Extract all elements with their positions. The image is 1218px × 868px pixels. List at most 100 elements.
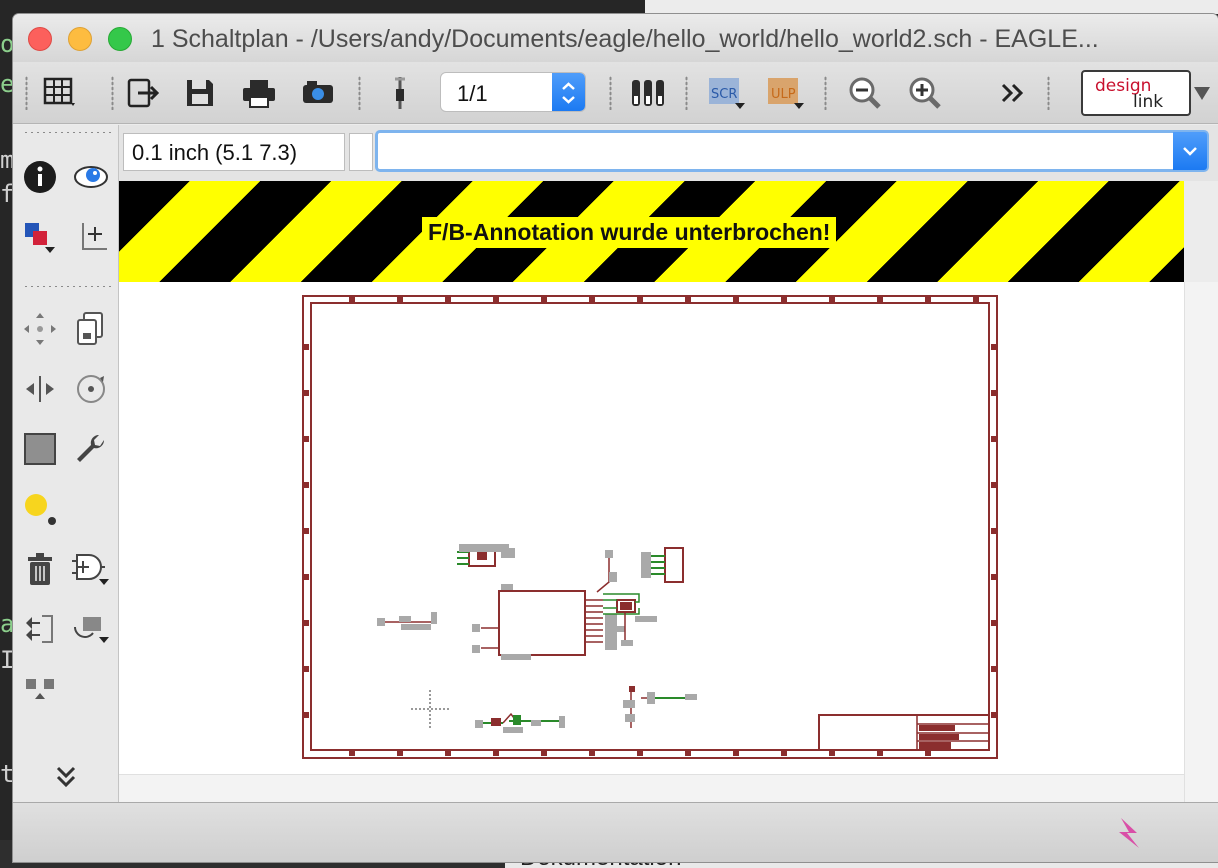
smash-dot-icon bbox=[25, 494, 56, 525]
trash-icon bbox=[28, 553, 52, 585]
warning-banner-text: F/B-Annotation wurde unterbrochen! bbox=[422, 217, 837, 248]
show-tool[interactable] bbox=[71, 157, 111, 197]
palette-separator bbox=[23, 285, 113, 288]
zoom-out-icon bbox=[849, 77, 881, 109]
toolbar-separator bbox=[824, 76, 827, 110]
toolbar-separator bbox=[111, 76, 114, 110]
schematic-canvas[interactable] bbox=[119, 282, 1184, 774]
split-tool[interactable] bbox=[20, 669, 60, 709]
eye-icon bbox=[74, 166, 108, 188]
minimize-button[interactable] bbox=[68, 27, 92, 51]
gateswap-tool[interactable] bbox=[71, 609, 111, 649]
command-input[interactable] bbox=[378, 133, 1168, 169]
info-tool[interactable] bbox=[20, 157, 60, 197]
replace-tool[interactable] bbox=[20, 609, 60, 649]
move-tool[interactable] bbox=[20, 309, 60, 349]
toolbar-separator bbox=[1047, 76, 1050, 110]
mirror-tool[interactable] bbox=[20, 369, 60, 409]
close-button[interactable] bbox=[28, 27, 52, 51]
microcontroller-symbol bbox=[472, 584, 617, 660]
page-select-arrows[interactable] bbox=[552, 73, 585, 111]
coordinate-text: 0.1 inch (5.1 7.3) bbox=[132, 140, 298, 165]
cam-processor-icon bbox=[303, 81, 333, 103]
group-tool[interactable] bbox=[20, 429, 60, 469]
script-icon: SCR bbox=[709, 78, 745, 109]
mark-tool[interactable] bbox=[71, 217, 111, 257]
rotate-tool[interactable] bbox=[71, 369, 111, 409]
toolbar-grip[interactable] bbox=[25, 76, 28, 110]
command-history-dropdown[interactable] bbox=[1173, 132, 1207, 170]
double-chevron-right-icon bbox=[1001, 83, 1024, 103]
title-block bbox=[818, 714, 990, 751]
eagle-window: 1 Schaltplan - /Users/andy/Documents/eag… bbox=[13, 14, 1218, 862]
print-button[interactable] bbox=[239, 74, 279, 112]
add-tool[interactable] bbox=[71, 549, 111, 589]
header-part-left bbox=[457, 544, 515, 567]
mark-crosshair-icon bbox=[82, 223, 107, 250]
script-button[interactable]: SCR bbox=[707, 74, 747, 112]
background-window-strip bbox=[645, 0, 1218, 14]
page-select[interactable]: 1/1 bbox=[440, 72, 586, 112]
zoom-in-button[interactable] bbox=[905, 74, 945, 112]
design-link-logo-text: link bbox=[1133, 92, 1164, 112]
add-gate-icon bbox=[72, 554, 109, 585]
triangle-down-icon bbox=[1194, 87, 1210, 100]
toolbar-separator bbox=[358, 76, 361, 110]
led-part-bottom bbox=[475, 712, 565, 733]
drawing-frame bbox=[302, 295, 998, 759]
design-link-dropdown[interactable] bbox=[1189, 74, 1215, 112]
save-icon bbox=[187, 80, 213, 106]
move-arrows-icon bbox=[24, 313, 56, 345]
tool-palette bbox=[13, 125, 119, 802]
copy-icon bbox=[77, 312, 103, 345]
horizontal-scrollbar[interactable] bbox=[119, 774, 1184, 802]
command-bar: 0.1 inch (5.1 7.3) bbox=[119, 125, 1218, 181]
replace-icon bbox=[26, 615, 53, 643]
group-rectangle-icon bbox=[24, 433, 56, 465]
more-tools-button[interactable] bbox=[993, 74, 1033, 112]
maximize-button[interactable] bbox=[108, 27, 132, 51]
info-icon bbox=[24, 161, 56, 193]
chevron-down-icon bbox=[1183, 147, 1197, 156]
wrench-icon bbox=[77, 434, 105, 462]
switch-part-bottom bbox=[623, 686, 697, 728]
cam-button[interactable] bbox=[298, 74, 338, 112]
page-select-value: 1/1 bbox=[457, 81, 488, 106]
design-link-button[interactable]: design link bbox=[1081, 70, 1191, 116]
title-bar[interactable]: 1 Schaltplan - /Users/andy/Documents/eag… bbox=[13, 14, 1218, 62]
ulp-icon: ULP bbox=[768, 78, 804, 109]
schematic-drawing bbox=[302, 295, 998, 759]
export-button[interactable] bbox=[123, 74, 163, 112]
palette-grip[interactable] bbox=[23, 131, 113, 134]
mirror-icon bbox=[26, 376, 54, 402]
zoom-out-button[interactable] bbox=[845, 74, 885, 112]
command-line[interactable] bbox=[375, 130, 1209, 172]
vertical-scrollbar[interactable] bbox=[1184, 282, 1218, 802]
palette-expand-button[interactable] bbox=[46, 757, 86, 797]
grid-icon bbox=[43, 77, 75, 106]
save-button[interactable] bbox=[180, 74, 220, 112]
part-button[interactable] bbox=[380, 74, 420, 112]
ulp-button[interactable]: ULP bbox=[766, 74, 806, 112]
copy-tool[interactable] bbox=[71, 309, 111, 349]
svg-text:ULP: ULP bbox=[771, 87, 796, 102]
status-bar bbox=[13, 802, 1218, 862]
window-title: 1 Schaltplan - /Users/andy/Documents/eag… bbox=[151, 25, 1099, 53]
gateswap-icon bbox=[74, 617, 109, 643]
grid-button[interactable] bbox=[41, 74, 81, 112]
toolbar: 1/1 SCR ULP design link bbox=[13, 62, 1218, 124]
split-icon bbox=[26, 679, 54, 705]
coordinate-display: 0.1 inch (5.1 7.3) bbox=[123, 133, 345, 171]
display-layers-tool[interactable] bbox=[20, 217, 60, 257]
delete-tool[interactable] bbox=[20, 549, 60, 589]
layers-button[interactable] bbox=[628, 74, 668, 112]
warning-banner: F/B-Annotation wurde unterbrochen! bbox=[119, 181, 1184, 282]
status-indicator[interactable] bbox=[1113, 815, 1147, 851]
print-icon bbox=[243, 80, 275, 108]
change-tool[interactable] bbox=[71, 429, 111, 469]
resistor-left bbox=[377, 612, 437, 630]
toolbar-separator bbox=[685, 76, 688, 110]
rotate-icon bbox=[77, 375, 105, 403]
smash-tool[interactable] bbox=[20, 489, 60, 529]
export-icon bbox=[127, 78, 160, 108]
